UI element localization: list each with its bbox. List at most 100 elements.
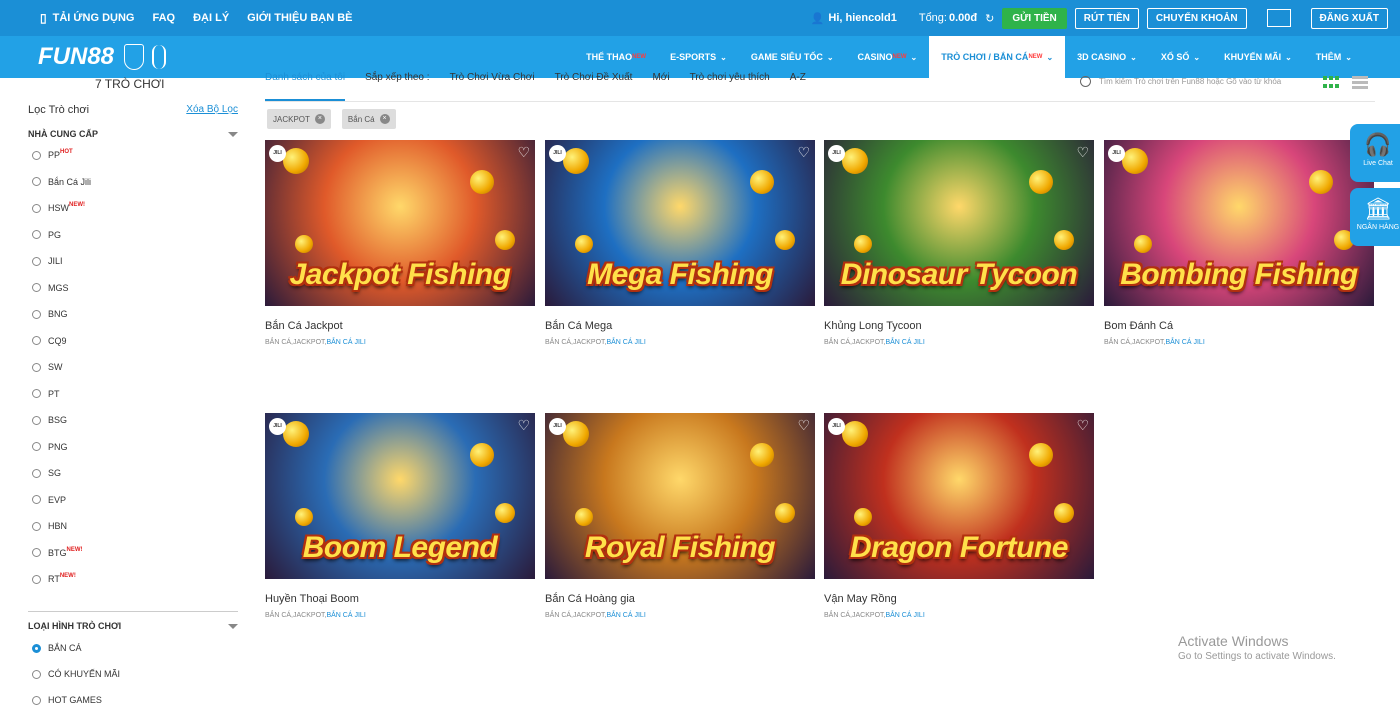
radio-button[interactable]: [32, 548, 41, 557]
game-card[interactable]: JILI ♡ Royal Fishing Bắn Cá Hoàng gia BẮN CÁ…: [545, 413, 815, 619]
game-type-section-header[interactable]: LOẠI HÌNH TRÒ CHƠI: [28, 621, 238, 631]
game-card[interactable]: JILI ♡ Mega Fishing Bắn Cá Mega BẮN CÁ,JACKP…: [545, 140, 815, 346]
logout-button[interactable]: ĐĂNG XUẤT: [1310, 7, 1388, 29]
favorite-heart-icon[interactable]: ♡: [797, 417, 810, 434]
radio-button[interactable]: [32, 177, 41, 186]
category-link[interactable]: BẮN CÁ JILI: [1165, 339, 1204, 346]
withdraw-button[interactable]: RÚT TIỀN: [1074, 7, 1139, 29]
nav-item[interactable]: THÊM ⌄: [1304, 36, 1364, 78]
provider-option[interactable]: BNG: [32, 309, 68, 319]
game-name[interactable]: Vận May Rồng: [824, 593, 1094, 605]
category-link[interactable]: BẮN CÁ JILI: [326, 339, 365, 346]
nav-item[interactable]: CASINO NEW ⌄: [846, 36, 930, 78]
category-link[interactable]: BẮN CÁ JILI: [606, 339, 645, 346]
grid-view-icon[interactable]: [1323, 76, 1339, 90]
faq-link[interactable]: FAQ: [152, 12, 175, 24]
game-thumbnail[interactable]: JILI♡Bombing Fishing: [1104, 140, 1374, 306]
game-thumbnail[interactable]: JILI ♡ Royal Fishing: [545, 413, 815, 579]
game-card[interactable]: JILI ♡ Dragon Fortune Vận May Rồng BẮN CÁ,JA…: [824, 413, 1094, 619]
game-type-option[interactable]: CÓ KHUYẾN MÃI: [32, 669, 120, 679]
bank-button[interactable]: 🏛 NGÂN HÀNG: [1350, 188, 1400, 246]
search-input[interactable]: Tìm kiếm Trò chơi trên Fun88 hoặc Gõ vào…: [1099, 77, 1281, 86]
provider-option[interactable]: RT NEW!: [32, 573, 76, 584]
radio-button[interactable]: [32, 669, 41, 679]
nav-item[interactable]: TRÒ CHƠI / BẮN CÁ NEW ⌄: [929, 36, 1066, 78]
radio-button[interactable]: [32, 362, 41, 372]
favorite-heart-icon[interactable]: ♡: [517, 144, 530, 161]
category-link[interactable]: BẮN CÁ JILI: [885, 612, 924, 619]
tab[interactable]: Trò Chơi Đề Xuất: [555, 72, 633, 102]
download-app-link[interactable]: TẢI ỨNG DỤNG: [53, 12, 135, 24]
game-name[interactable]: Bắn Cá Hoàng gia: [545, 593, 815, 605]
radio-button[interactable]: [32, 309, 41, 319]
radio-button[interactable]: [32, 695, 41, 705]
radio-button[interactable]: [32, 283, 41, 292]
game-card[interactable]: JILI ♡ Dinosaur Tycoon Khủng Long Tycoon BẮN…: [824, 140, 1094, 346]
collapse-caret-icon[interactable]: [228, 624, 238, 629]
tab[interactable]: Mới: [652, 72, 669, 102]
game-card[interactable]: JILI ♡ Boom Legend Huyền Thoại Boom BẮN CÁ,J…: [265, 413, 535, 619]
favorite-heart-icon[interactable]: ♡: [1076, 417, 1089, 434]
provider-option[interactable]: EVP: [32, 495, 66, 505]
tab[interactable]: Danh sách của tôi: [265, 72, 346, 102]
game-name[interactable]: Huyền Thoại Boom: [265, 593, 535, 605]
transfer-button[interactable]: CHUYỂN KHOẢN: [1146, 7, 1247, 29]
list-view-icon[interactable]: [1352, 76, 1368, 90]
game-name[interactable]: Bắn Cá Jackpot: [265, 320, 535, 332]
game-thumbnail[interactable]: JILI ♡ Jackpot Fishing: [265, 140, 535, 306]
radio-button[interactable]: [32, 230, 41, 239]
provider-option[interactable]: BSG: [32, 415, 67, 425]
tab[interactable]: Trò Chơi Vừa Chơi: [450, 72, 535, 102]
game-card[interactable]: JILI♡Bombing Fishing Bom Đánh Cá BẮN CÁ,JA…: [1104, 140, 1374, 346]
game-type-option[interactable]: BẮN CÁ: [32, 643, 82, 653]
provider-option[interactable]: PP HOT: [32, 149, 73, 160]
radio-button[interactable]: [32, 336, 41, 345]
provider-option[interactable]: PG: [32, 230, 61, 240]
favorite-heart-icon[interactable]: ♡: [517, 417, 530, 434]
radio-button[interactable]: [32, 203, 41, 213]
remove-chip-icon[interactable]: ×: [379, 114, 390, 124]
refer-friend-link[interactable]: GIỚI THIỆU BẠN BÈ: [247, 12, 352, 24]
category-link[interactable]: BẮN CÁ JILI: [606, 612, 645, 619]
provider-option[interactable]: CQ9: [32, 336, 67, 346]
radio-button[interactable]: [32, 415, 41, 425]
provider-option[interactable]: JILI: [32, 256, 63, 266]
provider-option[interactable]: BTG NEW!: [32, 547, 83, 558]
radio-button[interactable]: [32, 389, 41, 398]
radio-button[interactable]: [32, 256, 41, 266]
radio-button[interactable]: [32, 574, 41, 584]
radio-button[interactable]: [32, 643, 41, 653]
favorite-heart-icon[interactable]: ♡: [1076, 144, 1089, 161]
mail-icon[interactable]: [1266, 9, 1291, 27]
game-name[interactable]: Khủng Long Tycoon: [824, 320, 1094, 332]
radio-button[interactable]: [32, 442, 41, 451]
provider-option[interactable]: PT: [32, 389, 60, 399]
provider-option[interactable]: SW: [32, 362, 63, 372]
category-link[interactable]: BẮN CÁ JILI: [885, 339, 924, 346]
radio-button[interactable]: [32, 495, 41, 504]
provider-section-header[interactable]: NHÀ CUNG CẤP: [28, 129, 238, 139]
provider-option[interactable]: HBN: [32, 521, 67, 531]
provider-option[interactable]: Bắn Cá Jili: [32, 177, 91, 187]
game-type-option[interactable]: HOT GAMES: [32, 695, 102, 705]
radio-button[interactable]: [32, 468, 41, 478]
game-name[interactable]: Bắn Cá Mega: [545, 320, 815, 332]
radio-button[interactable]: [32, 150, 41, 160]
game-name[interactable]: Bom Đánh Cá: [1104, 320, 1374, 332]
game-card[interactable]: JILI ♡ Jackpot Fishing Bắn Cá Jackpot BẮN CÁ…: [265, 140, 535, 346]
fun88-logo[interactable]: FUN88: [38, 42, 167, 72]
collapse-caret-icon[interactable]: [228, 132, 238, 137]
tab[interactable]: Trò chơi yêu thích: [690, 72, 770, 102]
agent-link[interactable]: ĐẠI LÝ: [193, 12, 229, 24]
clear-filter-link[interactable]: Xóa Bộ Lọc: [186, 104, 238, 116]
provider-option[interactable]: PNG: [32, 442, 68, 452]
game-thumbnail[interactable]: JILI ♡ Dinosaur Tycoon: [824, 140, 1094, 306]
game-thumbnail[interactable]: JILI ♡ Boom Legend: [265, 413, 535, 579]
game-thumbnail[interactable]: JILI ♡ Mega Fishing: [545, 140, 815, 306]
game-thumbnail[interactable]: JILI ♡ Dragon Fortune: [824, 413, 1094, 579]
provider-option[interactable]: SG: [32, 468, 61, 478]
live-chat-button[interactable]: 🎧 Live Chat: [1350, 124, 1400, 182]
tab[interactable]: A-Z: [790, 72, 806, 102]
category-link[interactable]: BẮN CÁ JILI: [326, 612, 365, 619]
remove-chip-icon[interactable]: ×: [314, 114, 325, 124]
